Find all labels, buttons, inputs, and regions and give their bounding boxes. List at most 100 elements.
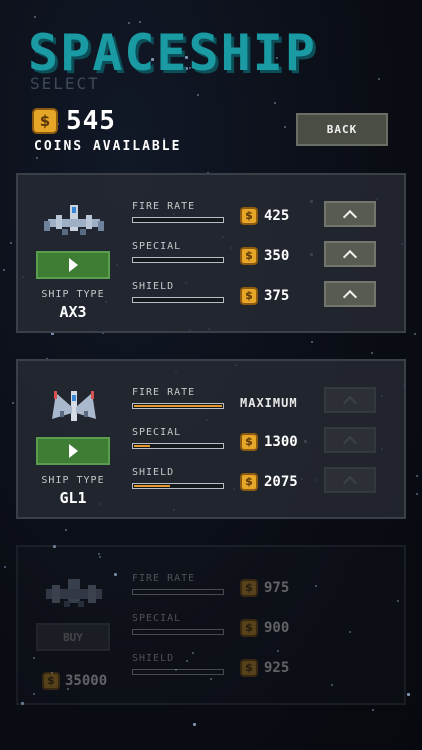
- ship-type-value: GL1: [59, 489, 87, 507]
- stat-shield: SHIELD $2075: [132, 467, 392, 503]
- star: [284, 126, 287, 129]
- coins-label: COINS AVAILABLE: [34, 139, 182, 154]
- play-button[interactable]: [36, 437, 110, 465]
- upgrade-price-value: 350: [264, 248, 290, 264]
- coin-icon: $: [240, 659, 258, 677]
- ship-type-value: AX3: [59, 303, 87, 321]
- ship-icon: [46, 579, 102, 607]
- stat-bar: [132, 257, 224, 263]
- upgrade-price: $375: [240, 287, 289, 305]
- upgrade-price: $975: [240, 579, 289, 597]
- coins-count: 545: [66, 106, 116, 136]
- stat-special: SPECIAL $900: [132, 613, 392, 649]
- star: [416, 492, 418, 495]
- coin-icon: $: [240, 619, 258, 637]
- stat-fire-rate: FIRE RATE $425: [132, 201, 392, 237]
- chevron-up-icon: [342, 395, 358, 410]
- star: [274, 101, 277, 104]
- ship-card-locked: BUY $ 35000 FIRE RATE $975 SPECIAL $900 …: [16, 545, 406, 705]
- stat-label: SPECIAL: [132, 613, 182, 624]
- star: [406, 693, 410, 697]
- play-icon: [68, 444, 78, 458]
- star: [36, 157, 39, 160]
- star: [311, 341, 314, 344]
- star: [64, 528, 67, 531]
- upgrade-price: $425: [240, 207, 289, 225]
- coins-balance: $ 545: [32, 106, 116, 136]
- star: [3, 565, 6, 568]
- stat-bar-fill: [134, 405, 222, 407]
- page-subtitle: SELECT: [30, 74, 100, 93]
- upgrade-button: [324, 387, 376, 413]
- upgrade-button[interactable]: [324, 201, 376, 227]
- stat-shield: SHIELD $375: [132, 281, 392, 317]
- stat-label: SPECIAL: [132, 427, 182, 438]
- upgrade-button[interactable]: [324, 241, 376, 267]
- stat-bar: [132, 669, 224, 675]
- ship-icon: [44, 205, 104, 235]
- ship-price: $ 35000: [42, 672, 107, 690]
- upgrade-price-value: 900: [264, 620, 290, 636]
- coin-icon: $: [240, 473, 258, 491]
- buy-button[interactable]: BUY: [36, 623, 110, 651]
- stat-special: SPECIAL $1300: [132, 427, 392, 463]
- star: [2, 269, 5, 272]
- upgrade-price: $900: [240, 619, 289, 637]
- upgrade-button[interactable]: [324, 281, 376, 307]
- stat-label: SHIELD: [132, 467, 175, 478]
- star: [10, 242, 13, 245]
- back-button[interactable]: BACK: [296, 113, 388, 146]
- ship-icon: [52, 391, 96, 421]
- coin-icon: $: [240, 433, 258, 451]
- chevron-up-icon: [342, 209, 358, 224]
- ship-card-ax3: SHIP TYPE AX3 FIRE RATE $425 SPECIAL $35…: [16, 173, 406, 333]
- stat-bar: [132, 483, 224, 489]
- upgrade-price: $925: [240, 659, 289, 677]
- upgrade-price: $2075: [240, 473, 298, 491]
- stat-label: SHIELD: [132, 653, 175, 664]
- stat-bar: [132, 589, 224, 595]
- chevron-up-icon: [342, 435, 358, 450]
- stat-bar-fill: [134, 485, 171, 487]
- star: [372, 709, 375, 712]
- stat-bar: [132, 217, 224, 223]
- upgrade-price: $1300: [240, 433, 298, 451]
- coin-icon: $: [240, 287, 258, 305]
- stat-bar-fill: [134, 445, 150, 447]
- chevron-up-icon: [342, 289, 358, 304]
- upgrade-price-value: 425: [264, 208, 290, 224]
- max-level-label: MAXIMUM: [240, 396, 298, 410]
- stat-label: SPECIAL: [132, 241, 182, 252]
- coin-icon: $: [240, 247, 258, 265]
- upgrade-price: $350: [240, 247, 289, 265]
- upgrade-price-value: 375: [264, 288, 290, 304]
- star: [197, 93, 199, 96]
- star: [415, 475, 418, 478]
- upgrade-price-value: 925: [264, 660, 290, 676]
- upgrade-price-value: 1300: [264, 434, 298, 450]
- star: [138, 20, 141, 23]
- stat-label: FIRE RATE: [132, 201, 196, 212]
- coin-icon: $: [42, 672, 60, 690]
- stat-fire-rate: FIRE RATE MAXIMUM: [132, 387, 392, 423]
- star: [34, 15, 37, 18]
- stat-label: SHIELD: [132, 281, 175, 292]
- coin-icon: $: [240, 579, 258, 597]
- ship-card-gl1: SHIP TYPE GL1 FIRE RATE MAXIMUM SPECIAL …: [16, 359, 406, 519]
- coin-icon: $: [32, 108, 58, 134]
- stat-label: FIRE RATE: [132, 573, 196, 584]
- stat-special: SPECIAL $350: [132, 241, 392, 277]
- star: [192, 723, 196, 727]
- star: [413, 333, 416, 336]
- chevron-up-icon: [342, 475, 358, 490]
- star: [378, 78, 381, 81]
- page-title: SPACESHIP: [28, 24, 317, 82]
- star: [12, 401, 15, 404]
- ship-type-label: SHIP TYPE: [41, 289, 105, 300]
- coin-icon: $: [240, 207, 258, 225]
- upgrade-price-value: 975: [264, 580, 290, 596]
- upgrade-button: [324, 427, 376, 453]
- stat-label: FIRE RATE: [132, 387, 196, 398]
- upgrade-button: [324, 467, 376, 493]
- play-button[interactable]: [36, 251, 110, 279]
